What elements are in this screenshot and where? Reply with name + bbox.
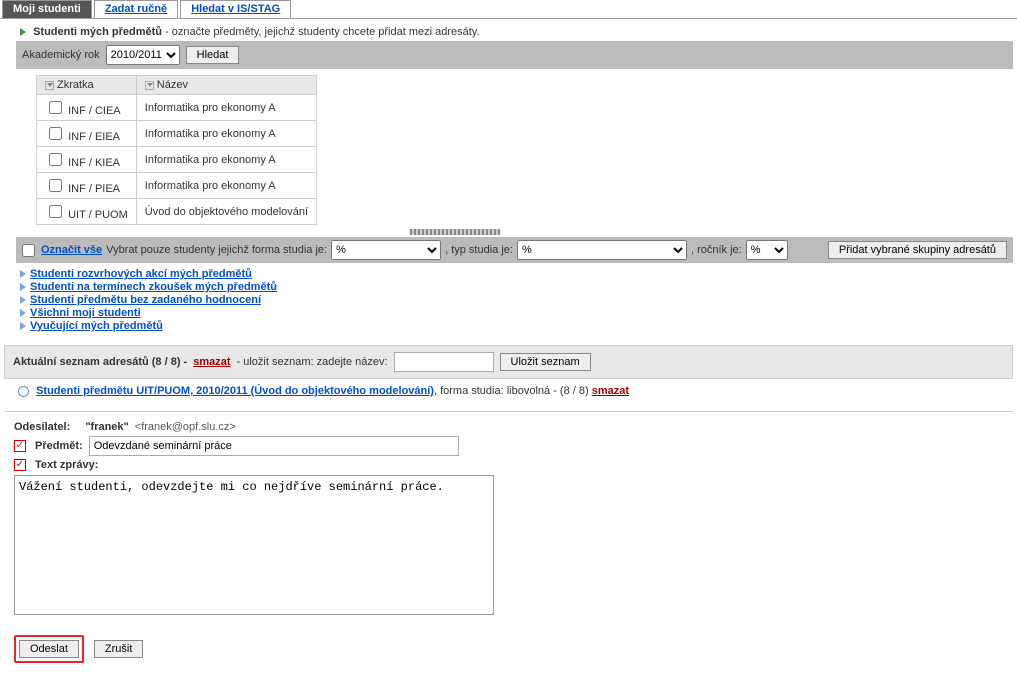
- year-bar: Akademický rok 2010/2011 Hledat: [16, 41, 1013, 69]
- save-list-name-input[interactable]: [394, 352, 494, 372]
- year-label: Akademický rok: [22, 49, 100, 61]
- link-my-teachers[interactable]: Vyučující mých předmětů: [30, 320, 163, 332]
- arrow-icon: [20, 270, 26, 278]
- arrow-icon: [20, 283, 26, 291]
- arrow-icon: [20, 28, 26, 36]
- link-exam-students[interactable]: Studenti na termínech zkoušek mých předm…: [30, 281, 277, 293]
- cancel-button[interactable]: Zrušit: [94, 640, 144, 658]
- arrow-icon: [20, 296, 26, 304]
- col-code-header[interactable]: Zkratka: [37, 76, 137, 95]
- link-list: Studenti rozvrhových akcí mých předmětů …: [4, 263, 1013, 339]
- mark-all-link[interactable]: Označit vše: [41, 244, 102, 256]
- recipient-count-label: Aktuální seznam adresátů (8 / 8) -: [13, 356, 187, 368]
- study-year-select[interactable]: %: [746, 240, 788, 260]
- recipient-group-link[interactable]: Studenti předmětu UIT/PUOM, 2010/2011 (Ú…: [36, 385, 434, 397]
- tab-search-stag[interactable]: Hledat v IS/STAG: [180, 0, 291, 18]
- refresh-icon[interactable]: [18, 386, 29, 397]
- row-checkbox[interactable]: [49, 153, 62, 166]
- link-nograde-students[interactable]: Studenti předmětu bez zadaného hodnocení: [30, 294, 261, 306]
- row-checkbox[interactable]: [49, 127, 62, 140]
- message-textarea[interactable]: [14, 475, 494, 615]
- sender-name: "franek": [85, 421, 128, 433]
- tab-manual-entry[interactable]: Zadat ručně: [94, 0, 178, 18]
- year-select[interactable]: 2010/2011: [106, 45, 180, 65]
- filter-bar: Označit vše Vybrat pouze studenty jejich…: [16, 237, 1013, 263]
- section-heading: Studenti mých předmětů - označte předmět…: [4, 23, 1013, 41]
- row-checkbox[interactable]: [49, 205, 62, 218]
- filter-text: , ročník je:: [691, 244, 742, 256]
- send-highlight: Odeslat: [14, 635, 84, 663]
- study-type-select[interactable]: %: [517, 240, 687, 260]
- mark-all-checkbox[interactable]: [22, 244, 35, 257]
- body-label: Text zprávy:: [35, 459, 98, 471]
- search-button[interactable]: Hledat: [186, 46, 240, 64]
- table-row: INF / PIEA Informatika pro ekonomy A: [37, 173, 317, 199]
- col-name-header[interactable]: Název: [136, 76, 316, 95]
- recipient-group: Studenti předmětu UIT/PUOM, 2010/2011 (Ú…: [4, 382, 1013, 405]
- required-icon: ✓: [14, 440, 26, 452]
- table-row: INF / EIEA Informatika pro ekonomy A: [37, 121, 317, 147]
- arrow-icon: [20, 322, 26, 330]
- sort-icon: [45, 81, 54, 90]
- required-icon: ✓: [14, 459, 26, 471]
- compose-panel: Odesílatel: "franek" <franek@opf.slu.cz>…: [4, 411, 1013, 673]
- tab-my-students[interactable]: Moji studenti: [2, 0, 92, 18]
- table-row: INF / CIEA Informatika pro ekonomy A: [37, 95, 317, 121]
- send-button[interactable]: Odeslat: [19, 640, 79, 658]
- clear-recipients-link[interactable]: smazat: [193, 356, 230, 368]
- tab-bar: Moji studenti Zadat ručně Hledat v IS/ST…: [0, 0, 1017, 19]
- sort-icon: [145, 81, 154, 90]
- link-schedule-students[interactable]: Studenti rozvrhových akcí mých předmětů: [30, 268, 252, 280]
- subject-label: Předmět:: [35, 440, 83, 452]
- remove-group-link[interactable]: smazat: [592, 385, 629, 397]
- row-checkbox[interactable]: [49, 179, 62, 192]
- filter-text: , typ studia je:: [445, 244, 513, 256]
- sender-email: <franek@opf.slu.cz>: [135, 421, 236, 433]
- filter-text: Vybrat pouze studenty jejichž forma stud…: [106, 244, 327, 256]
- add-groups-button[interactable]: Přidat vybrané skupiny adresátů: [828, 241, 1007, 259]
- resize-handle-icon[interactable]: [410, 229, 500, 235]
- subject-table: Zkratka Název INF / CIEA Informatika pro…: [36, 75, 317, 225]
- save-list-text: - uložit seznam: zadejte název:: [237, 356, 388, 368]
- table-row: INF / KIEA Informatika pro ekonomy A: [37, 147, 317, 173]
- row-checkbox[interactable]: [49, 101, 62, 114]
- recipient-group-meta: , forma studia: libovolná - (8 / 8): [434, 385, 592, 397]
- link-all-my-students[interactable]: Všichni moji studenti: [30, 307, 141, 319]
- arrow-icon: [20, 309, 26, 317]
- sender-label: Odesílatel:: [14, 421, 70, 433]
- save-list-button[interactable]: Uložit seznam: [500, 353, 591, 371]
- recipient-list-bar: Aktuální seznam adresátů (8 / 8) - smaza…: [4, 345, 1013, 379]
- study-form-select[interactable]: %: [331, 240, 441, 260]
- subject-input[interactable]: [89, 436, 459, 456]
- table-row: UIT / PUOM Úvod do objektového modelován…: [37, 199, 317, 225]
